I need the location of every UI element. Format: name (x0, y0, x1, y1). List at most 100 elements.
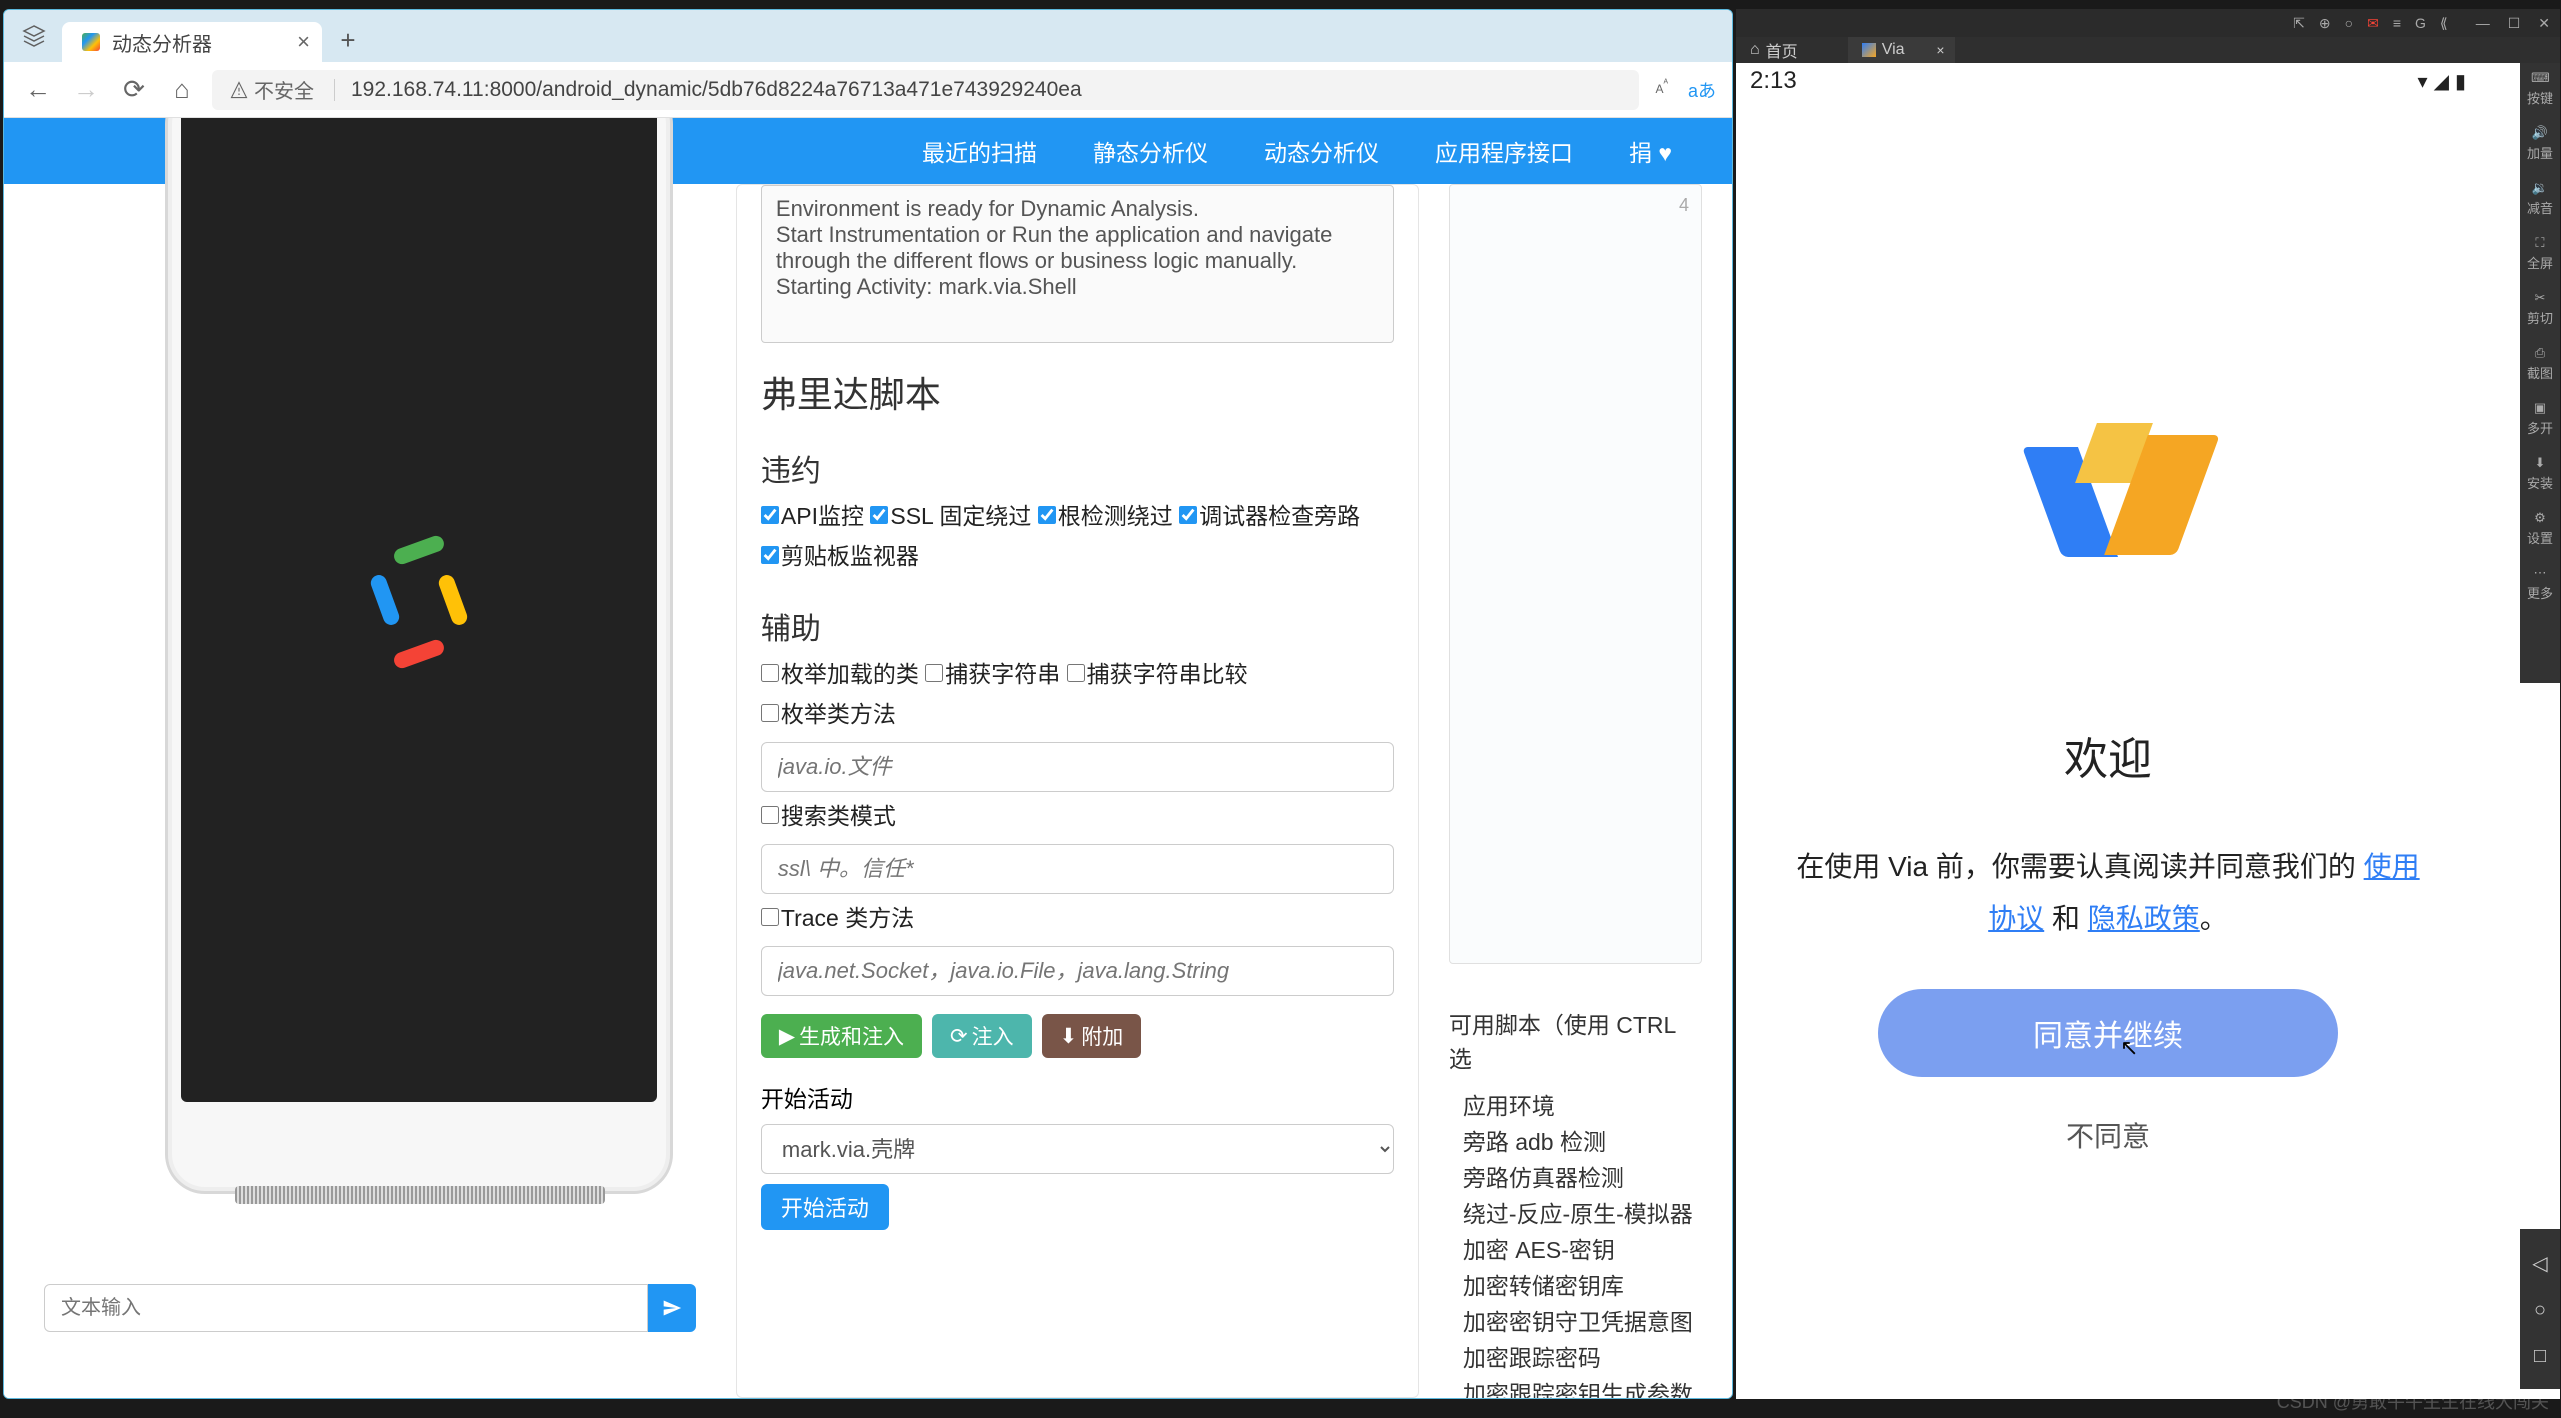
script-list[interactable]: 应用环境 旁路 adb 检测 旁路仿真器检测 绕过-反应-原生-模拟器 加密 A… (1449, 1088, 1702, 1398)
maximize-icon[interactable]: ☐ (2508, 15, 2521, 32)
tab-bar: 动态分析器 × + (4, 10, 1732, 62)
enum-methods-input[interactable] (761, 742, 1394, 792)
text-input-row (44, 1284, 696, 1332)
available-scripts-label: 可用脚本（使用 CTRL 选 (1449, 1006, 1702, 1074)
forward-button[interactable]: → (68, 72, 104, 108)
list-item[interactable]: 加密 AES-密钥 (1463, 1232, 1702, 1268)
titlebar-icon[interactable]: ✉ (2367, 15, 2379, 32)
frida-script-heading: 弗里达脚本 (761, 366, 1394, 418)
sidebar-cut[interactable]: ✂剪切 (2527, 291, 2553, 326)
violations-checkboxes-2: 剪贴板监视器 (761, 536, 1394, 576)
new-tab-button[interactable]: + (330, 22, 366, 58)
cb-ssl-pinning[interactable] (870, 506, 888, 524)
browser-tab[interactable]: 动态分析器 × (62, 22, 322, 62)
titlebar-icon[interactable]: G (2415, 15, 2426, 31)
start-activity-button[interactable]: 开始活动 (761, 1184, 889, 1230)
translate-button[interactable]: aあ (1688, 77, 1716, 103)
loading-spinner-icon (359, 542, 479, 662)
welcome-title: 欢迎 (1786, 723, 2430, 787)
cb-enum-methods[interactable] (761, 704, 779, 722)
cb-capture-str[interactable] (925, 664, 943, 682)
recents-icon[interactable]: □ (2534, 1345, 2546, 1368)
sidebar-more[interactable]: ⋯更多 (2527, 566, 2553, 601)
close-icon[interactable]: × (1936, 42, 1944, 58)
insecure-warning: 不安全 (230, 75, 335, 104)
close-icon[interactable]: ✕ (2538, 15, 2550, 32)
sidebar-keys[interactable]: ⌨按键 (2527, 71, 2553, 106)
sidebar-install[interactable]: ⬇安装 (2527, 456, 2553, 491)
list-item[interactable]: 应用环境 (1463, 1088, 1702, 1124)
url-input[interactable]: 不安全 192.168.74.11:8000/android_dynamic/5… (212, 70, 1639, 110)
aux-row-1: 枚举加载的类 捕获字符串 捕获字符串比较 (761, 654, 1394, 694)
device-screen[interactable] (181, 118, 657, 1102)
tab-title: 动态分析器 (112, 28, 212, 57)
sidebar-screenshot[interactable]: ⎙截图 (2527, 346, 2553, 381)
list-item[interactable]: 加密转储密钥库 (1463, 1268, 1702, 1304)
device-frame (105, 184, 635, 1264)
cb-api-monitor[interactable] (761, 506, 779, 524)
via-logo-icon (2038, 423, 2178, 563)
sidebar-multi[interactable]: ▣多开 (2527, 401, 2553, 436)
sidebar-vol-down[interactable]: 🔉减音 (2527, 181, 2553, 216)
sidebar-settings[interactable]: ⚙设置 (2527, 511, 2553, 546)
back-button[interactable]: ← (20, 72, 56, 108)
cb-trace[interactable] (761, 908, 779, 926)
search-pattern-input[interactable] (761, 844, 1394, 894)
cb-enum-classes[interactable] (761, 664, 779, 682)
nav-static[interactable]: 静态分析仪 (1093, 134, 1208, 168)
tab-via[interactable]: Via × (1848, 37, 1955, 63)
titlebar-icon[interactable]: ○ (2345, 15, 2353, 31)
aux-row-3: 搜索类模式 (761, 796, 1394, 836)
attach-button[interactable]: ⬇附加 (1042, 1014, 1142, 1058)
home-button[interactable]: ⌂ (164, 72, 200, 108)
violations-heading: 违约 (761, 446, 1394, 490)
close-icon[interactable]: × (297, 29, 310, 55)
code-editor[interactable]: 4 (1449, 184, 1702, 964)
text-input[interactable] (44, 1284, 648, 1332)
inject-button[interactable]: ⟳注入 (932, 1014, 1032, 1058)
list-item[interactable]: 加密跟踪密钥生成参数 (1463, 1376, 1702, 1398)
tab-home[interactable]: ⌂ 首页 (1736, 37, 1848, 63)
sidebar-fullscreen[interactable]: ⛶全屏 (2527, 236, 2553, 271)
activity-select[interactable]: mark.via.壳牌 (761, 1124, 1394, 1174)
emulator-screen[interactable]: 2:13 ▾ ◢ ▮ 欢迎 在使用 Via 前，你需要认真阅读并同意我们的 使用… (1736, 63, 2480, 1398)
titlebar-icon[interactable]: ⇱ (2293, 15, 2305, 32)
privacy-policy-link[interactable]: 隐私政策 (2088, 903, 2200, 934)
refresh-button[interactable]: ⟳ (116, 72, 152, 108)
url-text: 192.168.74.11:8000/android_dynamic/5db76… (351, 78, 1082, 102)
start-activity-label: 开始活动 (761, 1080, 1394, 1114)
address-right-controls: Aᴬ aあ (1655, 77, 1716, 103)
disagree-button[interactable]: 不同意 (2066, 1115, 2150, 1155)
emulator-window: ⇱ ⊕ ○ ✉ ≡ G ⟪ — ☐ ✕ ⌂ 首页 Via × 2:13 ▾ ◢ … (1736, 9, 2560, 1399)
trace-input[interactable] (761, 946, 1394, 996)
send-button[interactable] (648, 1284, 696, 1332)
list-item[interactable]: 旁路 adb 检测 (1463, 1124, 1702, 1160)
cb-capture-cmp[interactable] (1067, 664, 1085, 682)
nav-api[interactable]: 应用程序接口 (1435, 134, 1573, 168)
device-speaker (235, 1186, 605, 1204)
cb-search-pattern[interactable] (761, 806, 779, 824)
font-size-indicator[interactable]: Aᴬ (1655, 77, 1668, 103)
sidebar-vol-up[interactable]: 🔊加量 (2527, 126, 2553, 161)
log-output[interactable]: Environment is ready for Dynamic Analysi… (761, 185, 1394, 343)
status-icons: ▾ ◢ ▮ (2418, 69, 2466, 94)
list-item[interactable]: 加密密钥守卫凭据意图 (1463, 1304, 1702, 1340)
cb-root-bypass[interactable] (1038, 506, 1056, 524)
generate-inject-button[interactable]: ▶生成和注入 (761, 1014, 922, 1058)
list-item[interactable]: 旁路仿真器检测 (1463, 1160, 1702, 1196)
titlebar-icon[interactable]: ≡ (2393, 15, 2401, 31)
nav-recent[interactable]: 最近的扫描 (922, 134, 1037, 168)
cb-clipboard[interactable] (761, 546, 779, 564)
nav-dynamic[interactable]: 动态分析仪 (1264, 134, 1379, 168)
cb-debugger-bypass[interactable] (1179, 506, 1197, 524)
back-icon[interactable]: ◁ (2532, 1251, 2547, 1276)
titlebar-icon[interactable]: ⊕ (2319, 15, 2331, 32)
agree-continue-button[interactable]: 同意并继续 ↖ (1878, 989, 2338, 1077)
list-item[interactable]: 加密跟踪密码 (1463, 1340, 1702, 1376)
minimize-icon[interactable]: — (2476, 15, 2490, 32)
home-icon[interactable]: ○ (2534, 1299, 2546, 1322)
list-item[interactable]: 绕过-反应-原生-模拟器 (1463, 1196, 1702, 1232)
home-icon: ⌂ (1750, 41, 1760, 59)
nav-donate[interactable]: 捐 ♥ (1629, 134, 1672, 168)
titlebar-icon[interactable]: ⟪ (2440, 15, 2448, 32)
